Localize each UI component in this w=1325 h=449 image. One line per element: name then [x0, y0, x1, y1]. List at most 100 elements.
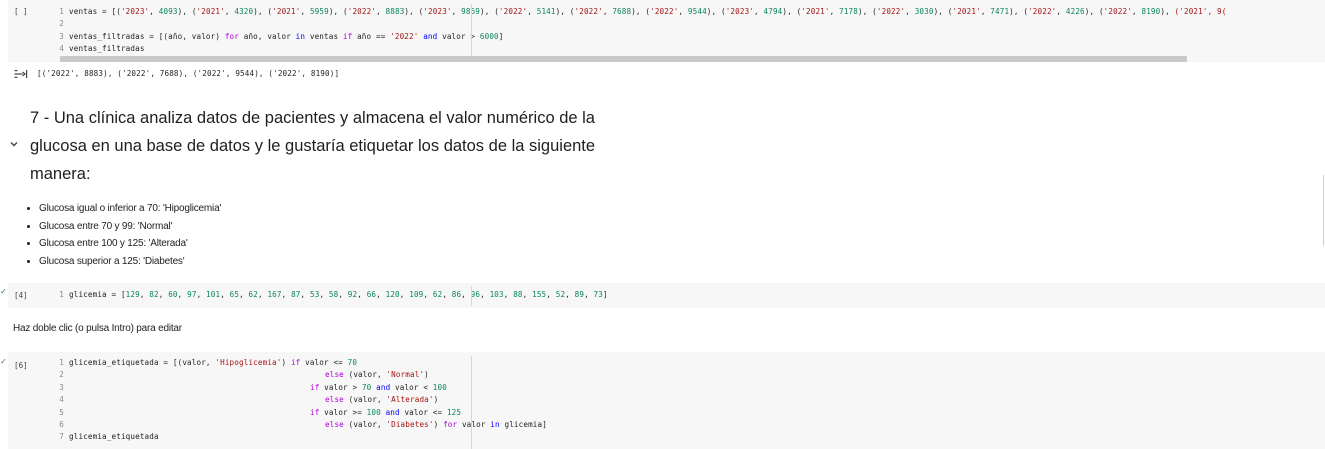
number-literal: 3030 [914, 7, 934, 16]
line-number: 3 [59, 382, 64, 392]
line-number: 3 [59, 31, 64, 41]
code-text: , [565, 290, 575, 299]
code-cell-glicemia-etiquetada[interactable]: [6] 1 glicemia_etiquetada = [(valor, 'Hip… [8, 352, 1325, 449]
code-line-1: 1 glicemia_etiquetada = [(valor, 'Hipogli… [58, 357, 547, 369]
indent-guide [471, 286, 472, 306]
code-text: ), [1084, 7, 1095, 16]
number-literal: 92 [347, 290, 358, 299]
code-editor[interactable]: 1 glicemia_etiquetada = [(valor, 'Hipogli… [58, 357, 547, 444]
number-literal: 103 [489, 290, 504, 299]
cell-output: [('2022', 8883), ('2022', 7688), ('2022'… [37, 69, 340, 78]
number-literal: 65 [229, 290, 240, 299]
code-text: ), [631, 7, 641, 16]
number-literal: 5141 [536, 7, 556, 16]
code-text: , [451, 7, 462, 16]
list-item: Glucosa igual o inferior a 70: 'Hipoglic… [39, 200, 221, 218]
number-literal: 87 [291, 290, 301, 299]
code-text: ), [1160, 7, 1170, 16]
code-cell-ventas[interactable]: [ ] 1 ventas = [('2023', 4093), ('2021', … [8, 0, 1325, 62]
string-literal: '2022' [1103, 7, 1133, 16]
code-text: , [1056, 7, 1066, 16]
number-literal: 101 [206, 290, 221, 299]
line-number: 5 [59, 407, 64, 417]
code-text: ( [1094, 7, 1104, 16]
number-literal: 6000 [479, 31, 499, 41]
list-item: Glucosa entre 100 y 125: 'Alterada' [39, 235, 221, 253]
edit-hint-text[interactable]: Haz doble clic (o pulsa Intro) para edit… [13, 323, 182, 334]
code-line-4: 4 else (valor, 'Alterada') [58, 394, 547, 406]
line-number: 2 [59, 370, 64, 380]
code-text: ventas = [( [69, 7, 121, 16]
string-literal: '2021' [272, 7, 301, 16]
code-text: ), [706, 7, 717, 16]
string-literal: 'Normal' [386, 370, 425, 380]
code-text: ventas_filtradas = [(año, valor) [69, 31, 225, 41]
code-text: , [399, 290, 410, 299]
number-literal: 58 [328, 290, 339, 299]
code-text: , [158, 290, 169, 299]
keyword-and: and [418, 31, 438, 41]
code-text: , [461, 290, 471, 299]
number-literal: 89 [574, 290, 585, 299]
cell-run-prompt[interactable]: [4] [14, 291, 28, 300]
cell-run-prompt[interactable]: [ ] [14, 7, 28, 16]
code-text: , [177, 290, 188, 299]
code-text: ), [328, 7, 339, 16]
number-literal: 82 [149, 290, 159, 299]
code-text: valor >= [319, 407, 367, 417]
code-line-2: 2 else (valor, 'Normal') [58, 369, 547, 381]
chevron-down-icon[interactable] [9, 139, 19, 149]
code-text: , [139, 290, 150, 299]
code-line-3: 3 ventas_filtradas = [(año, valor) for añ… [58, 31, 1227, 43]
code-text: , [546, 290, 556, 299]
code-editor[interactable]: 1 ventas = [('2023', 4093), ('2021', 4320… [58, 6, 1227, 56]
number-literal: 8883 [385, 7, 405, 16]
number-literal: 70 [361, 382, 372, 392]
markdown-bullet-list: Glucosa igual o inferior a 70: 'Hipoglic… [28, 200, 221, 270]
code-text: glicemia] [499, 419, 547, 429]
number-literal: 167 [267, 290, 282, 299]
keyword-if: if [290, 358, 301, 367]
code-text: ( [262, 7, 273, 16]
number-literal: 125 [446, 407, 462, 417]
number-literal: 86 [451, 290, 462, 299]
string-literal: 'Diabetes' [386, 419, 434, 429]
keyword-else: else [325, 419, 344, 429]
code-line-7: 7 glicemia_etiquetada [58, 431, 547, 443]
output-toggle-icon[interactable] [14, 69, 28, 79]
code-text: ), [555, 7, 566, 16]
string-literal: '2022' [1028, 7, 1057, 16]
code-text: , [480, 290, 490, 299]
keyword-else: else [325, 370, 344, 380]
code-text: , [602, 7, 613, 16]
string-literal: '2023' [120, 7, 150, 16]
horizontal-scrollbar[interactable] [60, 56, 1187, 62]
keyword-for: for [443, 419, 458, 429]
code-text: , [220, 290, 230, 299]
keyword-and: and [371, 382, 391, 392]
indent-guide [471, 4, 472, 56]
vertical-scrollbar[interactable] [1323, 175, 1324, 246]
number-literal: 129 [125, 290, 140, 299]
number-literal: 60 [168, 290, 178, 299]
code-line-5: 5 if valor >= 100 and valor <= 125 [58, 407, 547, 419]
string-literal: '2022' [390, 31, 419, 41]
keyword-in: in [295, 31, 306, 41]
string-literal: '2022' [574, 7, 603, 16]
code-text: , [584, 290, 594, 299]
cell-run-prompt[interactable]: [6] [14, 361, 28, 370]
code-text: ( [187, 7, 197, 16]
line-number: 1 [59, 290, 64, 299]
code-text: ( [565, 7, 575, 16]
number-literal: 100 [366, 407, 381, 417]
code-cell-glicemia[interactable]: [4] 1 glicemia = [129, 82, 60, 97, 101, 6… [8, 283, 1325, 308]
code-text: ( [1018, 7, 1029, 16]
number-literal: 7178 [839, 7, 858, 16]
string-literal: '2023' [725, 7, 755, 16]
code-editor[interactable]: 1 glicemia = [129, 82, 60, 97, 101, 65, 6… [58, 289, 608, 301]
code-text: , [527, 7, 537, 16]
code-text: ) [433, 419, 444, 429]
code-line-6: 6 else (valor, 'Diabetes') for valor in g… [58, 419, 547, 431]
code-text: , [338, 290, 348, 299]
string-literal: 'Hipoglicemia' [215, 358, 282, 367]
